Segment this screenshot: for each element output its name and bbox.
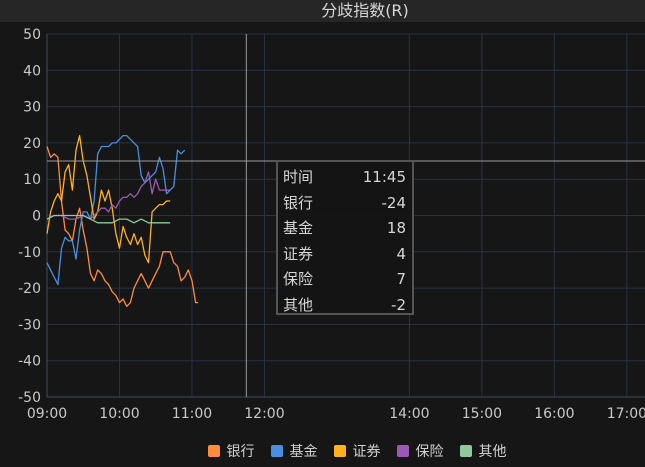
tooltip-row: 银行 -24 [283, 191, 406, 217]
x-tick-label: 11:00 [172, 406, 212, 422]
y-tick-label: 40 [23, 63, 41, 79]
legend-swatch [333, 445, 346, 457]
legend-label: 银行 [226, 444, 255, 460]
y-tick-label: 0 [32, 209, 41, 225]
legend-label: 证券 [352, 444, 381, 460]
y-tick-label: -20 [18, 281, 41, 297]
x-tick-label: 09:00 [27, 406, 67, 422]
x-tick-label: 15:00 [462, 406, 502, 422]
x-tick-label: 14:00 [389, 406, 429, 422]
tooltip-series-name: 证券 [283, 244, 314, 263]
legend-item[interactable]: 银行 [207, 441, 255, 461]
legend-label: 其他 [478, 444, 507, 460]
legend-swatch [270, 445, 283, 457]
y-tick-label: -40 [18, 354, 41, 370]
tooltip-series-name: 银行 [283, 193, 314, 212]
y-tick-label: -10 [18, 245, 41, 261]
legend-item[interactable]: 基金 [270, 441, 318, 461]
tooltip-series-value: -24 [381, 193, 407, 212]
y-tick-label: 50 [23, 27, 41, 43]
y-tick-label: 20 [23, 136, 41, 152]
y-tick-label: -50 [18, 390, 41, 406]
x-tick-label: 12:00 [244, 406, 284, 422]
chart-tooltip: 时间 11:45 银行 -24 基金 18 证券 4 保险 7 其他 -2 [276, 160, 414, 315]
tooltip-row: 证券 4 [283, 242, 406, 268]
tooltip-series-value: 18 [386, 219, 406, 237]
tooltip-series-name: 其他 [283, 295, 314, 314]
x-tick-label: 10:00 [99, 406, 139, 422]
legend-item[interactable]: 证券 [333, 441, 381, 461]
tooltip-series-name: 保险 [283, 270, 314, 288]
legend-swatch [207, 445, 220, 457]
legend-swatch [396, 445, 409, 457]
tooltip-series-value: 4 [396, 244, 406, 263]
legend-label: 基金 [289, 444, 318, 460]
legend-swatch [459, 445, 472, 457]
tooltip-row: 基金 18 [283, 216, 406, 242]
legend-item[interactable]: 保险 [396, 441, 444, 461]
tooltip-time-value: 11:45 [362, 168, 406, 186]
chart-legend: 银行 基金 证券 保险 其他 [0, 440, 645, 462]
tooltip-row: 保险 7 [283, 267, 406, 293]
tooltip-time-label: 时间 [283, 168, 314, 186]
series-line [46, 134, 171, 264]
y-tick-label: -30 [18, 317, 41, 333]
tooltip-row: 其他 -2 [283, 293, 406, 319]
y-tick-label: 10 [23, 172, 41, 188]
series-line [46, 134, 186, 286]
legend-item[interactable]: 其他 [459, 441, 507, 461]
x-tick-label: 16:00 [534, 406, 574, 422]
x-tick-label: 17:00 [607, 406, 645, 422]
tooltip-time-row: 时间 11:45 [283, 165, 406, 191]
tooltip-series-name: 基金 [283, 219, 314, 237]
y-tick-label: 30 [23, 100, 41, 116]
tooltip-series-value: -2 [391, 295, 406, 314]
legend-label: 保险 [415, 444, 444, 460]
tooltip-series-value: 7 [396, 270, 406, 288]
